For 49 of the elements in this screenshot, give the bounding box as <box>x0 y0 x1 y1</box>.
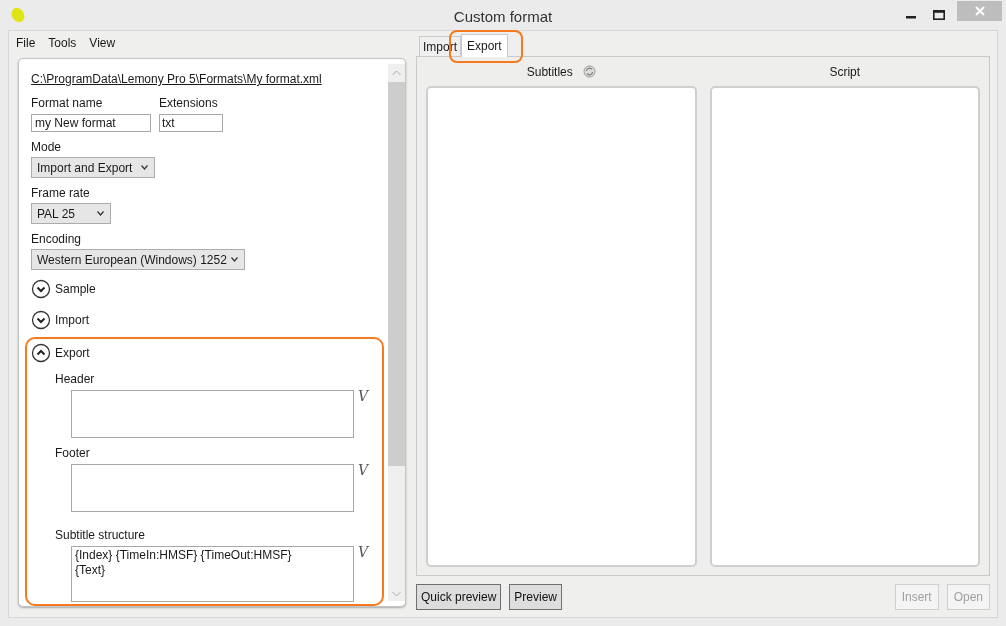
close-button[interactable] <box>957 1 1002 21</box>
dropdown[interactable]: Import and Export <box>31 157 155 178</box>
variable-button[interactable]: V <box>358 389 369 403</box>
pane-title: Script <box>829 63 861 81</box>
action-button[interactable]: Quick preview <box>416 584 502 610</box>
menu-item[interactable]: File <box>16 34 36 52</box>
preview-box[interactable] <box>709 86 980 567</box>
expand-icon[interactable] <box>31 310 51 330</box>
field-label: Extensions <box>159 95 219 112</box>
file-path-link[interactable]: C:\ProgramData\Lemony Pro 5\Formats\My format.xml <box>31 71 384 87</box>
refresh-icon[interactable] <box>582 65 596 78</box>
tab[interactable]: Export <box>461 34 508 57</box>
expand-icon[interactable] <box>31 279 51 299</box>
menu-item[interactable]: View <box>89 34 116 52</box>
variable-button[interactable]: V <box>358 463 369 477</box>
section-header[interactable]: Export <box>31 342 380 364</box>
lemon-logo-icon <box>10 7 26 23</box>
section-header[interactable]: Sample <box>31 278 384 300</box>
menu-item[interactable]: Tools <box>48 34 77 52</box>
window-title: Custom format <box>453 7 553 27</box>
scroll-thumb[interactable] <box>388 82 405 466</box>
field-label: Frame rate <box>31 185 91 202</box>
variable-button[interactable]: V <box>358 545 369 559</box>
field-label: Subtitle structure <box>55 527 147 544</box>
format-name-field[interactable]: my New format <box>31 114 151 132</box>
scroll-down-icon[interactable] <box>392 591 401 597</box>
field-label: Encoding <box>31 231 83 248</box>
scrollbar[interactable] <box>388 64 405 601</box>
text-area[interactable] <box>71 464 354 512</box>
maximize-icon[interactable] <box>933 10 945 20</box>
field-label: Mode <box>31 139 63 156</box>
preview-box[interactable] <box>426 86 697 567</box>
action-button[interactable]: Preview <box>509 584 563 610</box>
extensions-field[interactable]: txt <box>159 114 223 132</box>
dropdown[interactable]: Western European (Windows) 1252 <box>31 249 245 270</box>
section-header[interactable]: Import <box>31 309 384 331</box>
field-label: Format name <box>31 95 104 112</box>
chevron-down-icon <box>231 257 238 262</box>
text-area[interactable]: {Index} {TimeIn:HMSF} {TimeOut:HMSF} {Text} <box>71 546 354 602</box>
chevron-down-icon <box>141 165 148 170</box>
field-label: Footer <box>55 445 91 462</box>
dropdown[interactable]: PAL 25 <box>31 203 111 224</box>
pane-title: Subtitles <box>526 63 573 81</box>
collapse-icon[interactable] <box>31 343 51 363</box>
field-label: Header <box>55 371 96 388</box>
chevron-down-icon <box>97 211 104 216</box>
close-icon <box>974 6 985 16</box>
text-area[interactable] <box>71 390 354 438</box>
scroll-up-icon[interactable] <box>392 70 401 76</box>
